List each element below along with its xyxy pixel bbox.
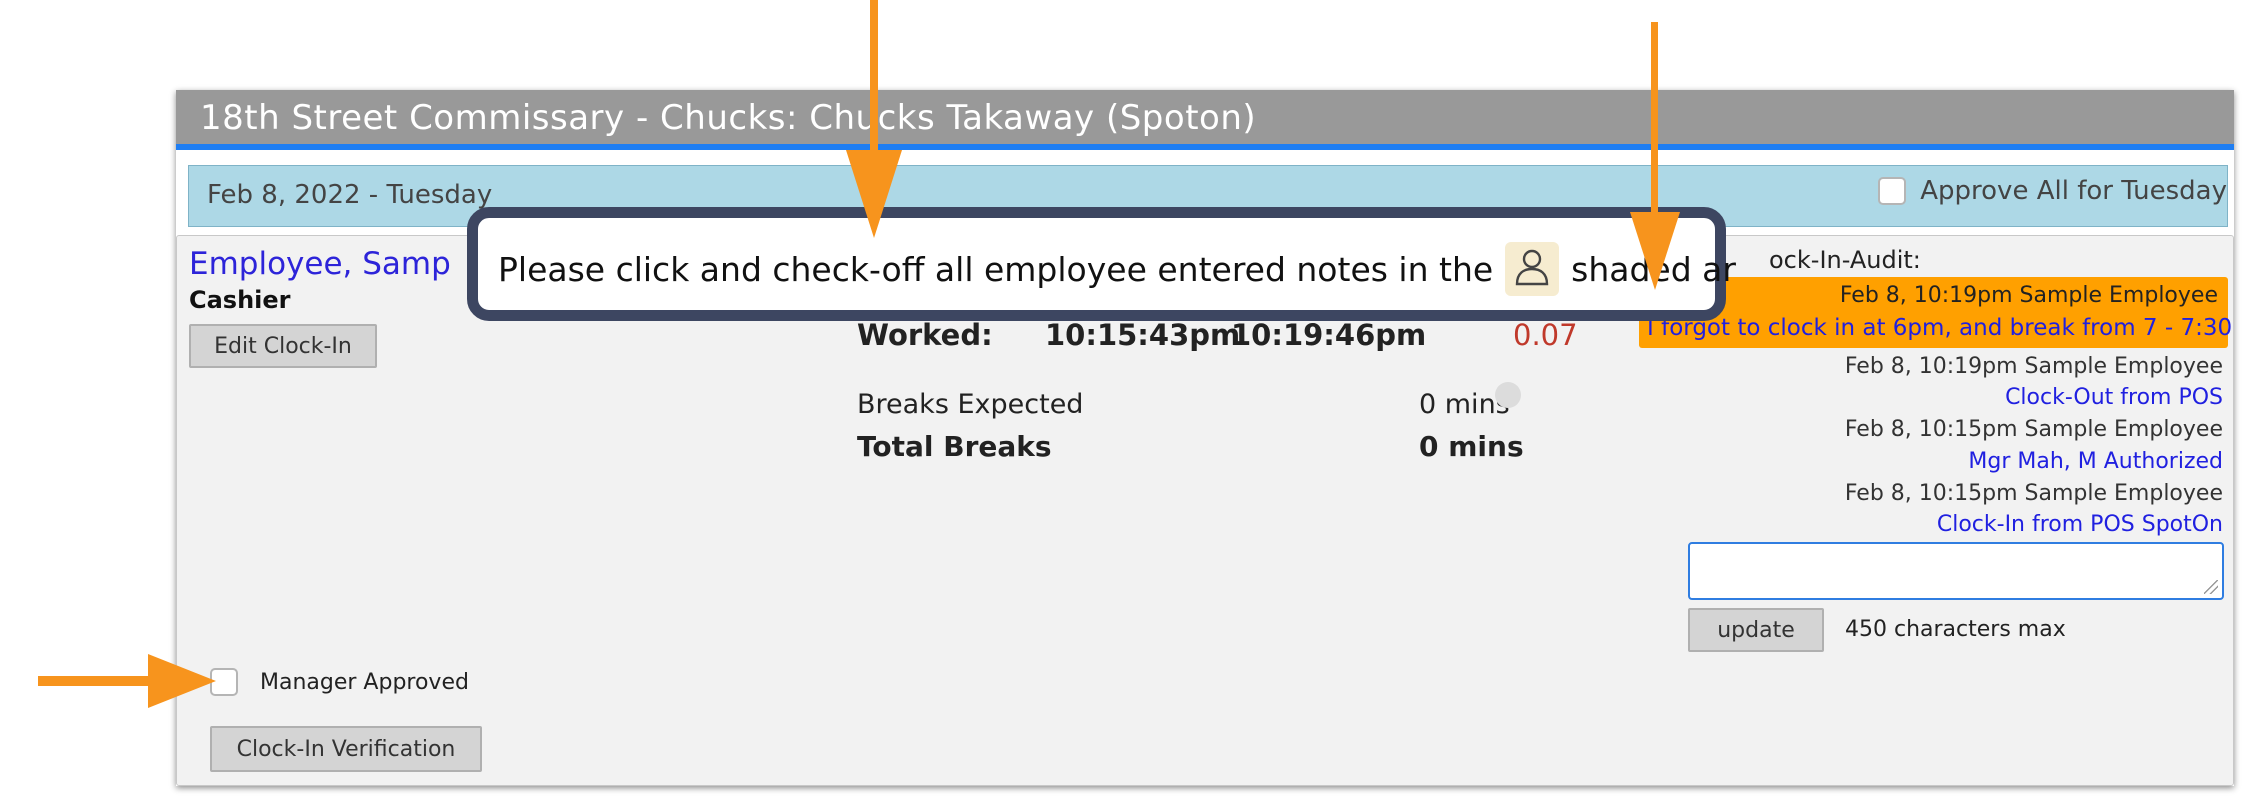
approve-all[interactable]: Approve All for Tuesday [1878, 176, 2227, 206]
employee-note-text: I forgot to clock in at 6pm, and break f… [1647, 315, 2233, 341]
audit-heading: ock-In-Audit: [1769, 246, 1921, 274]
update-button[interactable]: update [1688, 608, 1824, 652]
manager-approved-label: Manager Approved [260, 669, 469, 695]
audit-entry-meta: Feb 8, 10:19pm Sample Employee [1844, 354, 2223, 379]
callout-text-before: Please click and check-off all employee … [498, 249, 1494, 289]
tutorial-callout: Please click and check-off all employee … [467, 207, 1736, 321]
person-outline-icon [1505, 242, 1560, 296]
audit-entry-note: Mgr Mah, M Authorized [1968, 449, 2223, 474]
worked-label: Worked: [857, 318, 993, 352]
indicator-dot [1495, 382, 1521, 408]
employee-role: Cashier [189, 286, 291, 314]
total-breaks-value: 0 mins [1419, 430, 1524, 463]
date-label: Feb 8, 2022 - Tuesday [207, 180, 493, 210]
audit-entry-meta: Feb 8, 10:15pm Sample Employee [1844, 481, 2223, 506]
approve-all-checkbox[interactable] [1878, 177, 1907, 205]
audit-entry-note: Clock-Out from POS [2005, 385, 2223, 410]
audit-entry-note: Clock-In from POS SpotOn [1936, 512, 2223, 537]
down-arrow-icon [1630, 22, 1680, 290]
down-arrow-icon [846, 0, 902, 238]
audit-entry-meta: Feb 8, 10:15pm Sample Employee [1844, 417, 2223, 442]
callout-text: Please click and check-off all employee … [498, 242, 1736, 296]
right-arrow-icon [38, 654, 216, 708]
manager-approved[interactable]: Manager Approved [210, 668, 469, 696]
employee-note-meta: Feb 8, 10:19pm Sample Employee [1839, 283, 2218, 308]
clock-out-time: 10:19:46pm [1231, 318, 1427, 352]
total-breaks-label: Total Breaks [857, 430, 1052, 463]
breaks-expected-label: Breaks Expected [857, 389, 1084, 420]
audit-note-input[interactable] [1688, 542, 2224, 600]
employee-name-link[interactable]: Employee, Samp [189, 246, 451, 282]
title-bar: 18th Street Commissary - Chucks: Chucks … [176, 90, 2234, 150]
window-title: 18th Street Commissary - Chucks: Chucks … [200, 98, 1257, 138]
clock-in-verification-button[interactable]: Clock-In Verification [210, 726, 482, 772]
clock-in-time: 10:15:43pm [1045, 318, 1241, 352]
resize-handle-icon[interactable] [2204, 580, 2218, 594]
edit-clock-in-button[interactable]: Edit Clock-In [189, 324, 377, 368]
worked-hours: 0.07 [1513, 318, 1578, 352]
approve-all-label: Approve All for Tuesday [1920, 176, 2227, 206]
clock-in-window: 18th Street Commissary - Chucks: Chucks … [176, 90, 2234, 786]
max-characters-hint: 450 characters max [1845, 617, 2066, 642]
